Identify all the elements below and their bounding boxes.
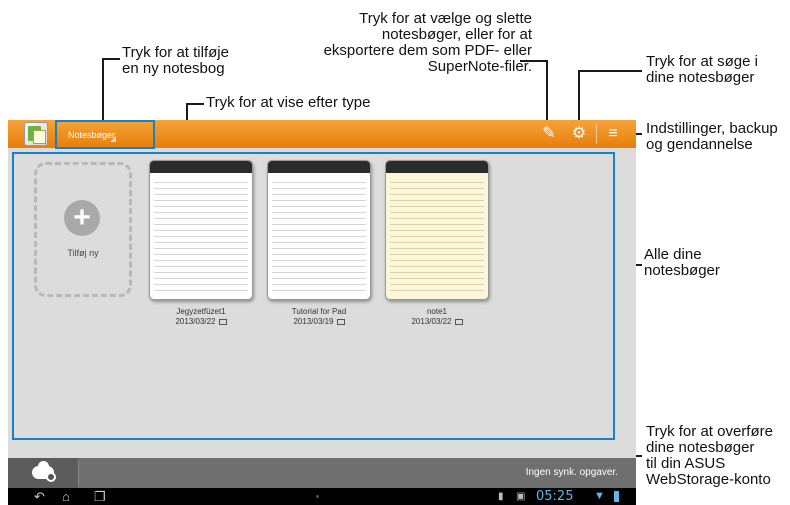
folder-icon [336, 318, 345, 325]
image-icon: ▣ [516, 491, 526, 502]
notebook-binding [386, 161, 488, 173]
notebook-title: Jegyzetfüzet1 [176, 307, 226, 316]
battery-icon [614, 491, 619, 502]
connector-line [578, 70, 642, 72]
connector-line [102, 58, 104, 122]
callout-view-by-type: Tryk for at vise efter type [206, 94, 371, 111]
notebook-date: 2013/03/22 [149, 317, 253, 326]
nav-dot [316, 495, 319, 498]
plus-icon: + [64, 200, 100, 236]
notebook-title: note1 [426, 307, 448, 316]
gear-icon [46, 472, 56, 482]
toolbar-divider [596, 124, 597, 144]
notebook-paper [390, 177, 484, 293]
folder-icon [218, 318, 227, 325]
callout-search: Tryk for at søge i dine notesbøger [646, 53, 758, 86]
dropdown-highlight [55, 120, 155, 149]
bottom-bar-divider [78, 460, 79, 486]
notebook-paper [272, 177, 366, 293]
settings-gear-icon[interactable]: ⚙ [568, 123, 590, 145]
connector-line [578, 70, 580, 120]
notebook-paper [154, 177, 248, 293]
folder-icon [454, 318, 463, 325]
home-icon[interactable]: ⌂ [62, 488, 70, 505]
notebook-title: Tutorial for Pad [291, 307, 347, 316]
notebook-binding [268, 161, 370, 173]
connector-line [102, 58, 120, 60]
callout-select-delete: Tryk for at vælge og slette notesbøger, … [323, 10, 532, 75]
notebook-date: 2013/03/19 [267, 317, 371, 326]
notebook-date: 2013/03/22 [385, 317, 489, 326]
callout-new-notebook: Tryk for at tilføje en ny notesbog [122, 44, 229, 77]
select-edit-icon[interactable]: ✎ [538, 123, 560, 145]
notification-icon: ▮ [498, 491, 504, 502]
status-clock: 05:25 [536, 489, 574, 504]
callout-settings: Indstillinger, backup og gendannelse [646, 120, 778, 153]
notebook-cover[interactable] [149, 160, 253, 300]
recent-apps-icon[interactable]: ❐ [94, 488, 106, 505]
connector-line [546, 60, 548, 120]
sync-status: Ingen synk. opgaver. [525, 467, 618, 478]
back-icon[interactable]: ↶ [34, 488, 45, 505]
notebook-binding [150, 161, 252, 173]
app-icon[interactable] [24, 122, 48, 146]
connector-line [186, 103, 204, 105]
callout-all-notebooks: Alle dine notesbøger [644, 246, 720, 279]
wifi-icon: ▼ [594, 490, 605, 502]
notebook-cover[interactable] [385, 160, 489, 300]
notebook-cover[interactable] [267, 160, 371, 300]
menu-icon[interactable]: ≡ [602, 123, 624, 145]
connector-line [520, 60, 548, 62]
add-notebook-label: Tilføj ny [67, 248, 99, 258]
callout-webstorage: Tryk for at overføre dine notesbøger til… [646, 423, 773, 488]
